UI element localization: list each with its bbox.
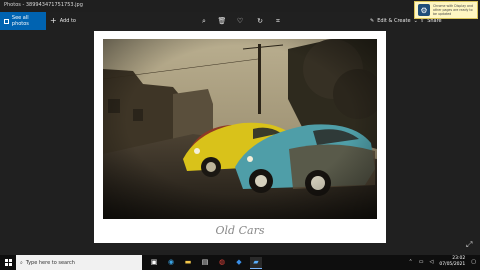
see-all-photos-label: See all photos [11,15,29,27]
store-icon[interactable]: ▤ [199,257,211,269]
gallery-icon [4,18,9,24]
system-tray: ⌃ ▭ ◁ 23:02 07/05/2021 ▢ [409,256,476,268]
notification-text: Chrome with Display and other pages are … [433,4,474,16]
clock-date: 07/05/2021 [439,262,466,267]
photos-app-window: Photos - 389943471751753.jpg See all pho… [0,0,480,270]
title-bar: Photos - 389943471751753.jpg [0,0,480,12]
vscode-icon[interactable]: ◆ [233,257,245,269]
fullscreen-expand-icon[interactable]: ⤢ [466,240,472,250]
add-to-button[interactable]: + Add to [50,12,76,30]
photos-app-icon[interactable]: ▰ [250,256,262,269]
start-button[interactable] [0,255,16,270]
update-notification[interactable]: ⚙ Chrome with Display and other pages ar… [414,1,478,19]
photo-caption: Old Cars [215,224,265,237]
see-all-photos-button[interactable]: See all photos [0,12,46,30]
taskbar-pinned-apps: ▣ ◉ ▬ ▤ ◍ ◆ ▰ [148,256,262,269]
photo-frame: Old Cars [94,31,386,243]
network-icon[interactable]: ▭ [419,259,424,265]
edit-create-button[interactable]: ✎ Edit & Create ⌄ [370,12,418,30]
window-title: Photos - 389943471751753.jpg [4,2,83,8]
favorite-heart-icon[interactable]: ♡ [235,16,245,26]
clock[interactable]: 23:02 07/05/2021 [439,256,465,268]
edge-browser-icon[interactable]: ◉ [165,257,177,269]
toolbar: See all photos + Add to ⌕ 🗑︎ ♡ ↻ ⌗ ✎ Edi… [0,12,480,30]
taskbar: ⌕ Type here to search ▣ ◉ ▬ ▤ ◍ ◆ ▰ ⌃ ▭ … [0,255,480,270]
chrome-icon[interactable]: ◍ [216,257,228,269]
edit-icon: ✎ [370,18,375,24]
old-cars-photo [103,39,377,219]
rotate-icon[interactable]: ↻ [255,16,265,26]
add-to-label: Add to [59,18,76,24]
photo-image [103,39,377,219]
gear-icon: ⚙ [418,4,430,16]
plus-icon: + [50,16,57,25]
volume-icon[interactable]: ◁ [429,259,433,265]
edit-create-label: Edit & Create [377,18,411,24]
chevron-up-icon[interactable]: ⌃ [409,259,413,265]
task-view-icon[interactable]: ▣ [148,257,160,269]
search-icon: ⌕ [20,259,23,266]
zoom-icon[interactable]: ⌕ [199,16,209,26]
search-placeholder: Type here to search [25,259,75,266]
windows-logo-icon [4,259,12,266]
notifications-icon[interactable]: ▢ [471,259,476,265]
delete-icon[interactable]: 🗑︎ [217,16,227,26]
file-explorer-icon[interactable]: ▬ [182,257,194,269]
crop-icon[interactable]: ⌗ [273,16,283,26]
taskbar-search-box[interactable]: ⌕ Type here to search [16,255,142,270]
